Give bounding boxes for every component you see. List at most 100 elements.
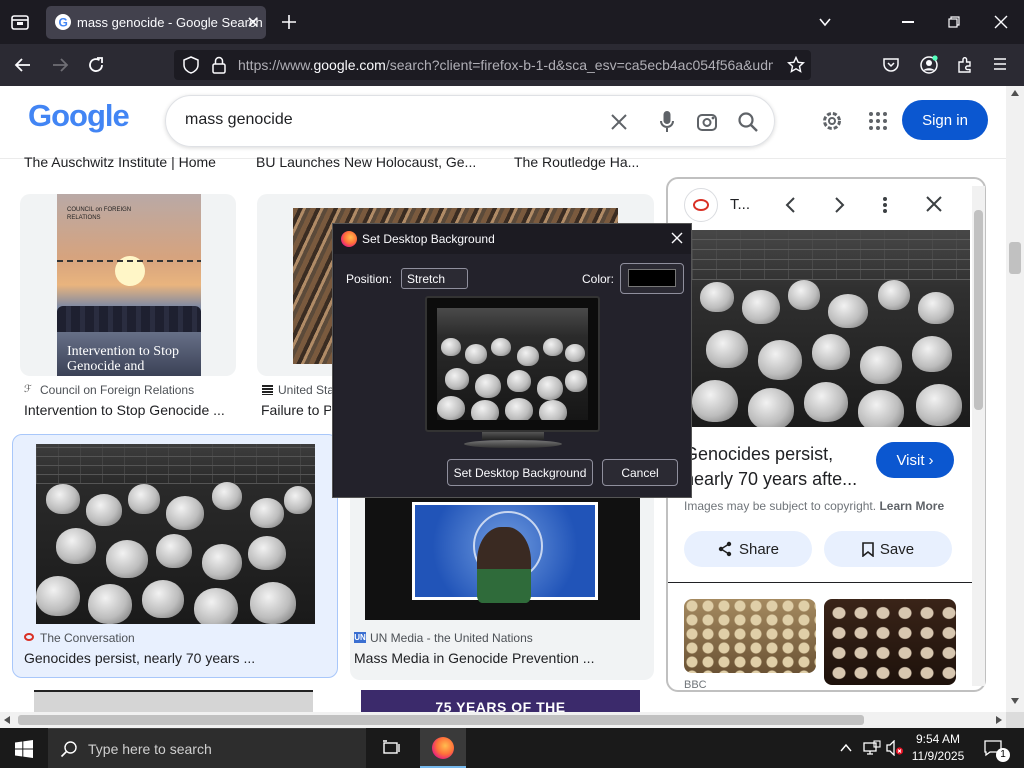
restore-icon[interactable] [948,16,960,28]
result-title-auschwitz[interactable]: The Auschwitz Institute | Home [24,154,234,170]
result-source-conversation[interactable]: The Conversation [40,631,135,645]
network-icon[interactable] [863,740,881,756]
active-tab[interactable]: G mass genocide - Google Search [46,6,266,39]
google-apps-icon[interactable] [868,111,888,131]
result-source-us[interactable]: United Sta [278,383,334,397]
scroll-down-icon[interactable] [1011,698,1019,704]
page-vertical-scrollbar[interactable] [1006,86,1024,712]
search-icon[interactable] [737,111,759,133]
share-button[interactable]: Share [684,531,812,567]
page-horizontal-scrollbar[interactable] [0,712,1006,728]
panel-more-options-icon[interactable] [882,196,888,214]
image-result-bottom-left[interactable] [34,690,313,712]
related-source-bbc[interactable]: BBC [684,679,707,690]
color-picker-button[interactable] [620,263,684,294]
reload-icon[interactable] [87,56,105,74]
panel-main-image[interactable] [692,230,970,427]
result-source-un[interactable]: UN Media - the United Nations [370,631,533,645]
search-box[interactable]: mass genocide [165,95,775,147]
share-icon [718,541,732,557]
result-title-un[interactable]: Mass Media in Genocide Prevention ... [354,650,654,666]
learn-more-link[interactable]: Learn More [879,499,944,513]
taskbar-search-box[interactable]: Type here to search [48,728,366,768]
extensions-icon[interactable] [956,56,974,74]
firefox-taskbar-button[interactable] [420,728,466,768]
speaker-woman [477,527,531,603]
voice-search-icon[interactable] [659,110,675,134]
panel-site-favicon-icon[interactable] [684,188,718,222]
panel-brick-wall [692,230,970,280]
page-vertical-scrollbar-thumb[interactable] [1009,242,1021,274]
related-image-skull-rows[interactable] [684,599,816,673]
forward-arrow-icon[interactable] [51,56,69,74]
result-title-conversation[interactable]: Genocides persist, nearly 70 years ... [24,650,324,666]
set-desktop-background-button[interactable]: Set Desktop Background [447,459,593,486]
skull-shape [916,384,962,426]
cancel-button[interactable]: Cancel [602,459,678,486]
skull-shape [788,280,820,310]
panel-headline-line1[interactable]: Genocides persist, [684,444,833,465]
panel-prev-chevron-icon[interactable] [784,197,798,213]
dialog-title: Set Desktop Background [362,232,495,246]
skull-shape [142,580,184,618]
lens-camera-icon[interactable] [696,111,718,133]
scroll-up-icon[interactable] [1011,90,1019,96]
google-logo[interactable]: Google [28,98,130,134]
panel-close-icon[interactable] [926,196,942,212]
panel-scrollbar[interactable] [972,186,985,686]
bookmark-star-icon[interactable] [787,56,805,74]
tray-overflow-chevron-icon[interactable] [840,743,852,753]
result-title-cfr[interactable]: Intervention to Stop Genocide ... [24,402,236,418]
skull-shape [543,338,563,356]
save-button[interactable]: Save [824,531,952,567]
clear-search-icon[interactable] [610,113,628,131]
tracking-shield-icon[interactable] [182,56,200,74]
image-result-bottom-banner[interactable]: 75 YEARS OF THE [361,690,640,712]
skull-shape [748,388,794,427]
task-view-icon[interactable] [382,740,402,756]
cfr-book-cover: COUNCIL on FOREIGN RELATIONS Interventio… [57,194,201,376]
dialog-close-icon[interactable] [671,232,683,244]
result-title-routledge[interactable]: The Routledge Ha... [514,154,654,170]
list-tabs-chevron-icon[interactable] [818,15,832,29]
position-label: Position: [346,272,393,286]
skull-shape [565,344,585,362]
scroll-left-icon[interactable] [4,716,10,724]
close-tab-icon[interactable] [246,15,260,29]
windows-start-icon[interactable] [15,740,33,758]
new-tab-icon[interactable] [281,14,297,30]
close-window-icon[interactable] [994,15,1008,29]
page-horizontal-scrollbar-thumb[interactable] [18,715,864,725]
result-title-us[interactable]: Failure to P [261,402,331,418]
skull-shape [166,496,204,530]
panel-next-chevron-icon[interactable] [832,197,846,213]
lock-icon[interactable] [211,56,227,74]
tab-overview-icon[interactable] [10,12,30,32]
sign-in-button[interactable]: Sign in [902,100,988,140]
back-arrow-icon[interactable] [14,56,32,74]
url-domain: google.com [313,57,386,73]
image-result-cfr[interactable]: COUNCIL on FOREIGN RELATIONS Interventio… [20,194,236,376]
clock-time[interactable]: 9:54 AM [908,732,968,746]
visit-button[interactable]: Visit › [876,442,954,478]
panel-headline-line2[interactable]: nearly 70 years afte... [684,469,857,490]
cfr-book-title: Intervention to Stop Genocide and [67,344,179,374]
clock-date[interactable]: 11/9/2025 [908,749,968,763]
skull-shape [700,282,734,312]
position-select[interactable]: Stretch [401,268,468,289]
result-source-cfr[interactable]: Council on Foreign Relations [40,383,194,397]
url-bar[interactable]: https://www.google.com/search?client=fir… [174,50,811,80]
app-menu-icon[interactable] [993,57,1007,71]
volume-muted-icon[interactable] [886,740,904,756]
search-input[interactable]: mass genocide [185,111,293,129]
skull-shape [88,584,132,624]
minimize-icon[interactable] [902,21,914,23]
scroll-right-icon[interactable] [996,716,1002,724]
related-image-skull-shelves[interactable] [824,599,956,685]
skull-shape [46,484,80,514]
pocket-icon[interactable] [882,56,900,74]
account-icon[interactable] [919,55,939,75]
settings-gear-icon[interactable] [820,109,844,133]
result-title-bu[interactable]: BU Launches New Holocaust, Ge... [256,154,496,170]
panel-scrollbar-thumb[interactable] [974,210,983,410]
